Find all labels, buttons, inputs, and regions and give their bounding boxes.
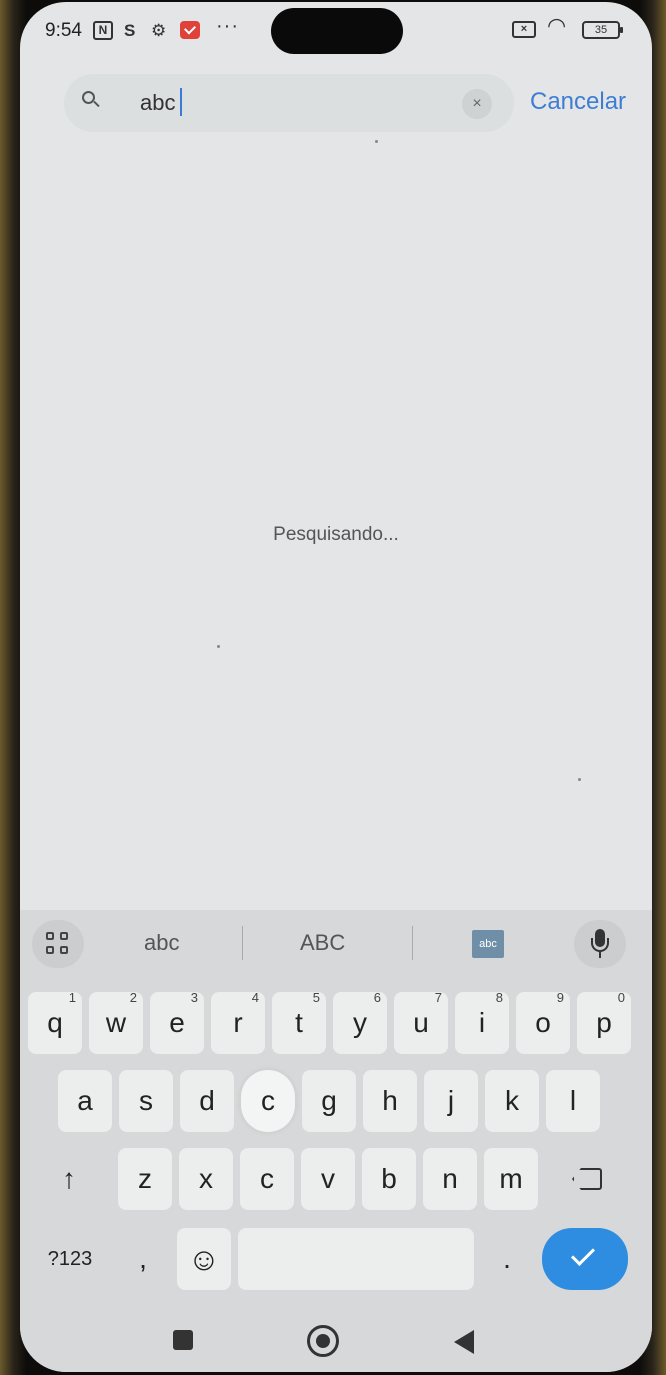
keyboard: abc ABC abc q1w2e3r4t5y6u7i8o9p0 asdcghj…: [20, 910, 652, 1372]
key-d[interactable]: d: [180, 1070, 234, 1132]
key-label: e: [169, 1007, 185, 1038]
key-q[interactable]: q1: [28, 990, 82, 1054]
key-number-hint: 4: [251, 990, 259, 1005]
period-key[interactable]: .: [480, 1228, 534, 1290]
back-button[interactable]: [454, 1330, 474, 1354]
battery-icon: 35: [582, 21, 623, 39]
key-number-hint: 1: [68, 990, 76, 1005]
key-number-hint: 0: [617, 990, 625, 1005]
key-p[interactable]: p0: [577, 990, 631, 1054]
key-s[interactable]: s: [119, 1070, 173, 1132]
clear-button[interactable]: ×: [462, 89, 492, 119]
screen-speck: [217, 645, 220, 648]
space-key[interactable]: [238, 1228, 474, 1290]
navigation-bar: [20, 1308, 652, 1372]
recent-apps-button[interactable]: [173, 1330, 193, 1350]
key-c[interactable]: c: [240, 1148, 294, 1210]
check-icon: [570, 1241, 596, 1267]
cancel-button[interactable]: Cancelar: [530, 88, 626, 116]
key-number-hint: 5: [312, 990, 320, 1005]
key-i[interactable]: i8: [455, 990, 509, 1054]
suggestion-divider: [242, 926, 243, 960]
key-label: o: [535, 1007, 551, 1038]
key-v[interactable]: v: [301, 1148, 355, 1210]
key-j[interactable]: j: [424, 1070, 478, 1132]
key-r[interactable]: r4: [211, 990, 265, 1054]
more-icon: ···: [216, 15, 239, 37]
key-y[interactable]: y6: [333, 990, 387, 1054]
status-time: 9:54: [45, 20, 82, 41]
backspace-icon: [572, 1168, 602, 1190]
text-caret: [180, 88, 182, 116]
nfc-icon: N: [93, 21, 113, 40]
microphone-button[interactable]: [574, 920, 626, 968]
key-m[interactable]: m: [484, 1148, 538, 1210]
key-g[interactable]: g: [302, 1070, 356, 1132]
key-x[interactable]: x: [179, 1148, 233, 1210]
key-label: p: [596, 1007, 612, 1038]
key-number-hint: 2: [129, 990, 137, 1005]
wifi-icon: ◠: [547, 13, 567, 38]
phone-frame: 9:54 N S ⚙ ··· × ◠ 35 × Cancelar Pesquis…: [0, 0, 666, 1375]
screen-speck: [375, 140, 378, 143]
grid-icon: [46, 932, 54, 940]
key-number-hint: 6: [373, 990, 381, 1005]
key-label: i: [478, 1007, 486, 1038]
key-b[interactable]: b: [362, 1148, 416, 1210]
suggestion-bar: abc ABC abc: [20, 910, 652, 976]
key-a[interactable]: a: [58, 1070, 112, 1132]
key-label: u: [413, 1007, 429, 1038]
key-label: t: [295, 1007, 303, 1038]
key-label: y: [353, 1007, 367, 1038]
battery-level: 35: [594, 24, 608, 36]
shift-key[interactable]: ↑: [34, 1148, 104, 1210]
screen-speck: [578, 778, 581, 781]
camera-notch: [271, 8, 403, 54]
emoji-icon: ☺: [187, 1241, 221, 1277]
search-bar[interactable]: ×: [64, 74, 514, 132]
key-u[interactable]: u7: [394, 990, 448, 1054]
backspace-key[interactable]: [554, 1148, 624, 1210]
key-label: r: [233, 1007, 243, 1038]
key-o[interactable]: o9: [516, 990, 570, 1054]
key-l[interactable]: l: [546, 1070, 600, 1132]
search-input[interactable]: [140, 88, 440, 118]
comma-key[interactable]: ,: [116, 1228, 170, 1290]
key-z[interactable]: z: [118, 1148, 172, 1210]
key-h[interactable]: h: [363, 1070, 417, 1132]
sim-off-icon: ×: [512, 21, 536, 38]
s-icon: S: [124, 21, 136, 40]
key-number-hint: 8: [495, 990, 503, 1005]
key-e[interactable]: e3: [150, 990, 204, 1054]
suggestion-divider: [412, 926, 413, 960]
key-n[interactable]: n: [423, 1148, 477, 1210]
key-label: q: [47, 1007, 63, 1038]
search-status-text: Pesquisando...: [273, 524, 399, 545]
status-bar: 9:54 N S ⚙ ··· × ◠ 35: [20, 2, 652, 62]
suggestion-item[interactable]: ABC: [300, 930, 345, 956]
suggestion-item[interactable]: abc: [144, 930, 179, 956]
key-number-hint: 3: [190, 990, 198, 1005]
screen: 9:54 N S ⚙ ··· × ◠ 35 × Cancelar Pesquis…: [20, 2, 652, 1372]
gear-icon: ⚙: [151, 21, 167, 40]
emoji-key[interactable]: ☺: [177, 1228, 231, 1290]
key-w[interactable]: w2: [89, 990, 143, 1054]
search-icon: [82, 91, 100, 109]
home-button[interactable]: [307, 1325, 339, 1357]
symbols-key[interactable]: ?123: [34, 1228, 106, 1290]
mail-icon: [180, 21, 200, 39]
key-label: w: [105, 1007, 127, 1038]
key-popup[interactable]: c: [241, 1070, 295, 1132]
apps-grid-button[interactable]: [32, 920, 84, 968]
suggestion-abc-chip[interactable]: abc: [472, 930, 504, 958]
key-number-hint: 9: [556, 990, 564, 1005]
enter-key[interactable]: [542, 1228, 628, 1290]
key-t[interactable]: t5: [272, 990, 326, 1054]
key-number-hint: 7: [434, 990, 442, 1005]
key-k[interactable]: k: [485, 1070, 539, 1132]
